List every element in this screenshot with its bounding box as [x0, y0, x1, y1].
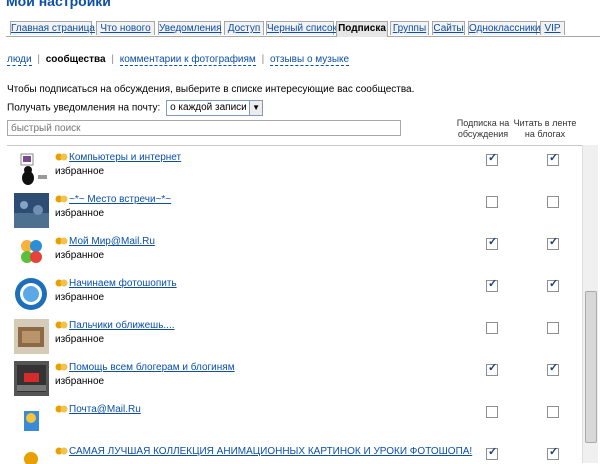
- discussion-checkbox[interactable]: ✓: [486, 278, 498, 292]
- table-row: ~*~ Место встречи~*~ избранное: [7, 188, 582, 230]
- community-icon: [55, 363, 68, 371]
- tab-access[interactable]: Доступ: [224, 21, 264, 35]
- community-icon: [55, 279, 68, 287]
- favorite-label: избранное: [55, 250, 105, 261]
- tab-blacklist[interactable]: Черный список: [266, 21, 337, 35]
- blogs-checkbox[interactable]: [547, 406, 559, 418]
- blogs-checkbox[interactable]: ✓: [547, 152, 559, 166]
- subnav-separator: |: [111, 54, 114, 65]
- page-title: Мои настройки: [6, 0, 111, 9]
- community-name-link[interactable]: ~*~ Место встречи~*~: [69, 194, 171, 205]
- tab-groups[interactable]: Группы: [390, 21, 429, 35]
- discussion-checkbox[interactable]: ✓: [486, 446, 498, 460]
- notify-row: Получать уведомления на почту: о каждой …: [7, 100, 264, 116]
- checkmark-icon: ✓: [549, 236, 559, 248]
- table-row: САМАЯ ЛУЧШАЯ КОЛЛЕКЦИЯ АНИМАЦИОННЫХ КАРТ…: [7, 440, 582, 464]
- checkmark-icon: ✓: [488, 362, 498, 374]
- table-row: Мой Мир@Mail.Ru избранное ✓ ✓: [7, 230, 582, 272]
- keyboard-thumb[interactable]: [14, 361, 49, 396]
- subnav-music-reviews[interactable]: отзывы о музыке: [269, 54, 350, 66]
- mail-logo-thumb[interactable]: [14, 403, 49, 438]
- checkmark-icon: ✓: [488, 278, 498, 290]
- tab-main[interactable]: Главная страница: [10, 21, 95, 35]
- community-name-link[interactable]: САМАЯ ЛУЧШАЯ КОЛЛЕКЦИЯ АНИМАЦИОННЫХ КАРТ…: [69, 446, 472, 457]
- tab-notifications[interactable]: Уведомления: [158, 21, 222, 35]
- community-icon: [55, 195, 68, 203]
- subnav-separator: |: [261, 54, 265, 65]
- community-icon: [55, 321, 68, 329]
- favorite-label: избранное: [55, 376, 105, 387]
- search-input[interactable]: [7, 120, 401, 136]
- favorite-label: избранное: [55, 292, 105, 303]
- notify-label: Получать уведомления на почту:: [7, 102, 161, 114]
- checkmark-icon: ✓: [549, 446, 559, 458]
- checkmark-icon: ✓: [549, 362, 559, 374]
- community-name-link[interactable]: Почта@Mail.Ru: [69, 404, 141, 415]
- community-name-link[interactable]: Начинаем фотошопить: [69, 278, 177, 289]
- tab-subscription[interactable]: Подписка: [336, 21, 388, 37]
- community-name-link[interactable]: Компьютеры и интернет: [69, 152, 181, 163]
- tab-whats-new[interactable]: Что нового: [96, 21, 155, 35]
- settings-tabs: Главная страница Что нового Уведомления …: [6, 21, 600, 37]
- community-icon: [55, 153, 68, 161]
- blogs-checkbox[interactable]: ✓: [547, 236, 559, 250]
- discussion-checkbox[interactable]: ✓: [486, 362, 498, 376]
- intro-text: Чтобы подписаться на обсуждения, выберит…: [7, 84, 415, 95]
- notify-select[interactable]: о каждой записи ▼: [166, 100, 264, 116]
- blogs-checkbox[interactable]: ✓: [547, 362, 559, 376]
- subnav-separator: |: [37, 54, 40, 65]
- discussion-checkbox[interactable]: [486, 322, 498, 334]
- table-row: Компьютеры и интернет избранное ✓ ✓: [7, 146, 582, 188]
- community-name-link[interactable]: Помощь всем блогерам и блогиням: [69, 362, 235, 373]
- favorite-label: избранное: [55, 208, 105, 219]
- favorite-label: избранное: [55, 166, 105, 177]
- discussion-checkbox[interactable]: ✓: [486, 152, 498, 166]
- blogs-checkbox[interactable]: ✓: [547, 446, 559, 460]
- subnav-people[interactable]: люди: [7, 54, 32, 66]
- column-header-blogs: Читать в ленте на блогах: [513, 118, 577, 139]
- computer-cat-thumb[interactable]: [14, 151, 49, 186]
- checkmark-icon: ✓: [488, 446, 498, 458]
- checkmark-icon: ✓: [488, 236, 498, 248]
- discussion-checkbox[interactable]: ✓: [486, 236, 498, 250]
- community-icon: [55, 237, 68, 245]
- subnav-photo-comments[interactable]: комментарии к фотографиям: [119, 54, 256, 66]
- table-row: Начинаем фотошопить избранное ✓ ✓: [7, 272, 582, 314]
- community-list: Компьютеры и интернет избранное ✓ ✓ ~*~ Мест…: [7, 145, 582, 464]
- column-header-discussion: Подписка на обсуждения: [456, 118, 510, 139]
- community-icon: [55, 447, 68, 455]
- tab-vip[interactable]: VIP: [540, 21, 565, 35]
- discussion-checkbox[interactable]: [486, 406, 498, 418]
- blogs-checkbox[interactable]: [547, 196, 559, 208]
- discussion-checkbox[interactable]: [486, 196, 498, 208]
- subnav: люди | сообщества | комментарии к фотогр…: [7, 54, 350, 66]
- scrollbar-thumb[interactable]: [585, 291, 597, 443]
- food-thumb[interactable]: [14, 319, 49, 354]
- table-row: Почта@Mail.Ru: [7, 398, 582, 440]
- photoshop-logo-thumb[interactable]: [14, 277, 49, 312]
- checkmark-icon: ✓: [488, 152, 498, 164]
- tab-odnoklassniki[interactable]: Одноклассники: [468, 21, 540, 35]
- animation-thumb[interactable]: [14, 445, 49, 464]
- moymir-logo-thumb[interactable]: [14, 235, 49, 270]
- table-row: Пальчики оближешь.... избранное: [7, 314, 582, 356]
- tab-sites[interactable]: Сайты: [432, 21, 465, 35]
- checkmark-icon: ✓: [549, 278, 559, 290]
- blogs-checkbox[interactable]: [547, 322, 559, 334]
- community-icon: [55, 405, 68, 413]
- notify-select-value: о каждой записи: [170, 102, 247, 113]
- checkmark-icon: ✓: [549, 152, 559, 164]
- favorite-label: избранное: [55, 334, 105, 345]
- blogs-checkbox[interactable]: ✓: [547, 278, 559, 292]
- photo-thumb[interactable]: [14, 193, 49, 228]
- subnav-communities: сообщества: [45, 54, 106, 65]
- community-name-link[interactable]: Пальчики оближешь....: [69, 320, 175, 331]
- list-scrollbar[interactable]: [582, 145, 598, 463]
- table-row: Помощь всем блогерам и блогиням избранное…: [7, 356, 582, 398]
- community-name-link[interactable]: Мой Мир@Mail.Ru: [69, 236, 155, 247]
- chevron-down-icon[interactable]: ▼: [249, 101, 263, 115]
